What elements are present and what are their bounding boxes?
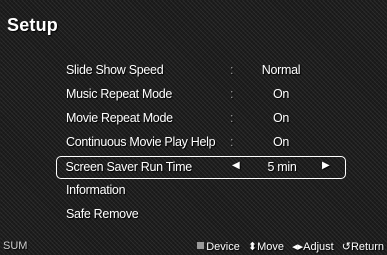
menu-item-safe-remove[interactable]: Safe Remove	[56, 203, 346, 227]
adjust-icon: ◂▸	[292, 241, 304, 253]
button-guide: Device ⬍Move ◂▸Adjust ↺Return	[197, 240, 384, 253]
separator-colon: :	[230, 63, 234, 77]
footer-bar: SUM Device ⬍Move ◂▸Adjust ↺Return	[0, 238, 387, 255]
settings-menu: Slide Show Speed : Normal Music Repeat M…	[56, 59, 346, 227]
menu-item-screen-saver-run-time[interactable]: Screen Saver Run Time ◀ 5 min ▶	[56, 156, 346, 179]
menu-item-label: Information	[66, 183, 126, 197]
return-icon: ↺	[341, 241, 351, 253]
device-label: Device	[206, 240, 240, 253]
device-button-icon	[197, 242, 205, 249]
right-arrow-icon[interactable]: ▶	[322, 160, 330, 171]
menu-item-value: 5 min	[267, 160, 297, 174]
menu-item-value: On	[272, 135, 290, 149]
adjust-label: Adjust	[303, 240, 334, 253]
menu-item-music-repeat-mode[interactable]: Music Repeat Mode : On	[56, 83, 346, 107]
separator-colon: :	[230, 111, 234, 125]
menu-item-label: Slide Show Speed	[66, 63, 164, 77]
page-title: Setup	[7, 15, 59, 35]
menu-item-value: On	[272, 87, 290, 101]
source-label: SUM	[3, 240, 28, 252]
separator-colon: :	[230, 87, 234, 101]
menu-item-label: Safe Remove	[66, 207, 139, 221]
menu-item-value: Normal	[261, 63, 301, 77]
menu-item-information[interactable]: Information	[56, 179, 346, 203]
menu-item-label: Screen Saver Run Time	[65, 160, 193, 174]
separator-colon: :	[230, 135, 234, 149]
left-arrow-icon[interactable]: ◀	[232, 160, 240, 171]
menu-item-value: On	[272, 111, 290, 125]
return-label: Return	[350, 240, 384, 253]
move-icon: ⬍	[247, 241, 258, 253]
menu-item-movie-repeat-mode[interactable]: Movie Repeat Mode : On	[56, 107, 346, 131]
menu-item-label: Music Repeat Mode	[66, 87, 173, 101]
menu-item-slide-show-speed[interactable]: Slide Show Speed : Normal	[56, 59, 346, 83]
menu-item-continuous-movie-play-help[interactable]: Continuous Movie Play Help : On	[56, 131, 346, 155]
menu-item-label: Continuous Movie Play Help	[66, 135, 216, 149]
menu-item-label: Movie Repeat Mode	[66, 111, 173, 125]
move-label: Move	[257, 240, 284, 253]
